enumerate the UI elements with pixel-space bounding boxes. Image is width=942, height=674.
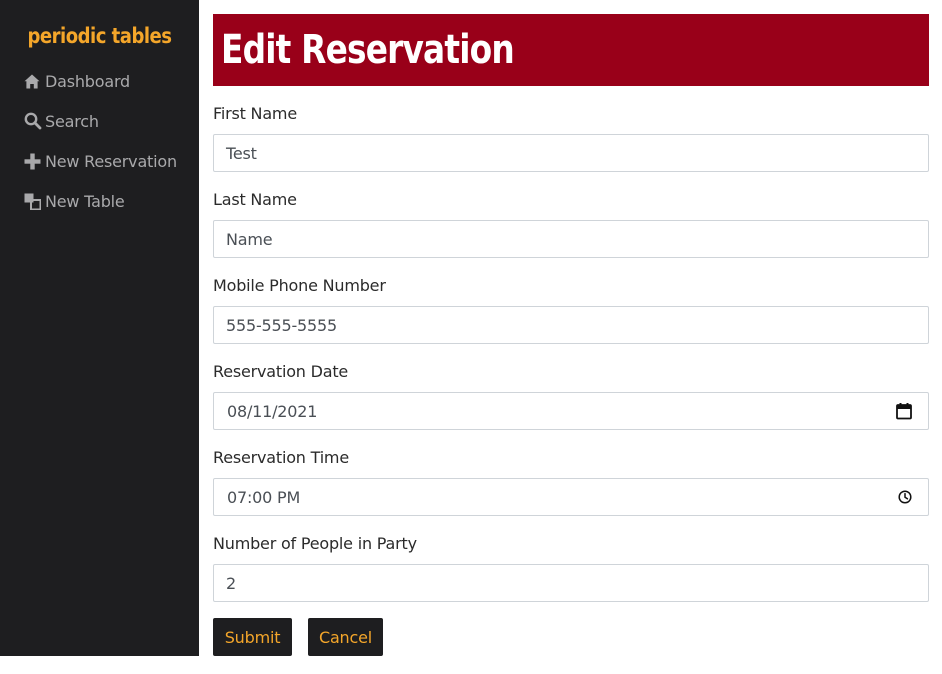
last-name-label: Last Name xyxy=(213,190,297,209)
sidebar-item-label: New Table xyxy=(45,191,125,211)
first-name-label: First Name xyxy=(213,104,297,123)
sidebar-item-label: Dashboard xyxy=(45,71,131,91)
plus-icon xyxy=(24,152,42,170)
sidebar-item-search[interactable]: Search xyxy=(24,109,99,133)
sidebar: periodic tables Dashboard Search New Res… xyxy=(0,0,199,656)
people-value: 2 xyxy=(226,573,236,593)
submit-button[interactable]: Submit xyxy=(213,618,292,656)
last-name-value: Name xyxy=(226,229,273,249)
home-icon xyxy=(24,72,42,90)
mobile-number-field[interactable]: 555-555-5555 xyxy=(213,306,929,344)
reservation-date-value: 08/11/2021 xyxy=(227,401,318,421)
sidebar-item-dashboard[interactable]: Dashboard xyxy=(24,69,130,93)
people-label: Number of People in Party xyxy=(213,534,417,553)
edit-reservation-form: First Name Test Last Name Name Mobile Ph… xyxy=(213,0,929,674)
first-name-value: Test xyxy=(226,143,257,163)
reservation-time-field[interactable]: 07:00 PM xyxy=(213,478,929,516)
clock-icon[interactable] xyxy=(898,490,912,504)
tables-icon xyxy=(24,192,42,210)
mobile-number-value: 555-555-5555 xyxy=(226,315,337,335)
reservation-date-label: Reservation Date xyxy=(213,362,349,381)
reservation-date-field[interactable]: 08/11/2021 xyxy=(213,392,929,430)
sidebar-item-new-reservation[interactable]: New Reservation xyxy=(24,149,177,173)
calendar-icon[interactable] xyxy=(896,403,912,420)
brand-title[interactable]: periodic tables xyxy=(14,24,185,48)
sidebar-item-label: New Reservation xyxy=(45,151,177,171)
reservation-time-value: 07:00 PM xyxy=(227,487,301,507)
search-icon xyxy=(24,112,42,130)
mobile-number-label: Mobile Phone Number xyxy=(213,276,386,295)
first-name-field[interactable]: Test xyxy=(213,134,929,172)
people-field[interactable]: 2 xyxy=(213,564,929,602)
last-name-field[interactable]: Name xyxy=(213,220,929,258)
sidebar-item-new-table[interactable]: New Table xyxy=(24,189,125,213)
sidebar-item-label: Search xyxy=(45,111,99,131)
cancel-button[interactable]: Cancel xyxy=(308,618,383,656)
reservation-time-label: Reservation Time xyxy=(213,448,349,467)
